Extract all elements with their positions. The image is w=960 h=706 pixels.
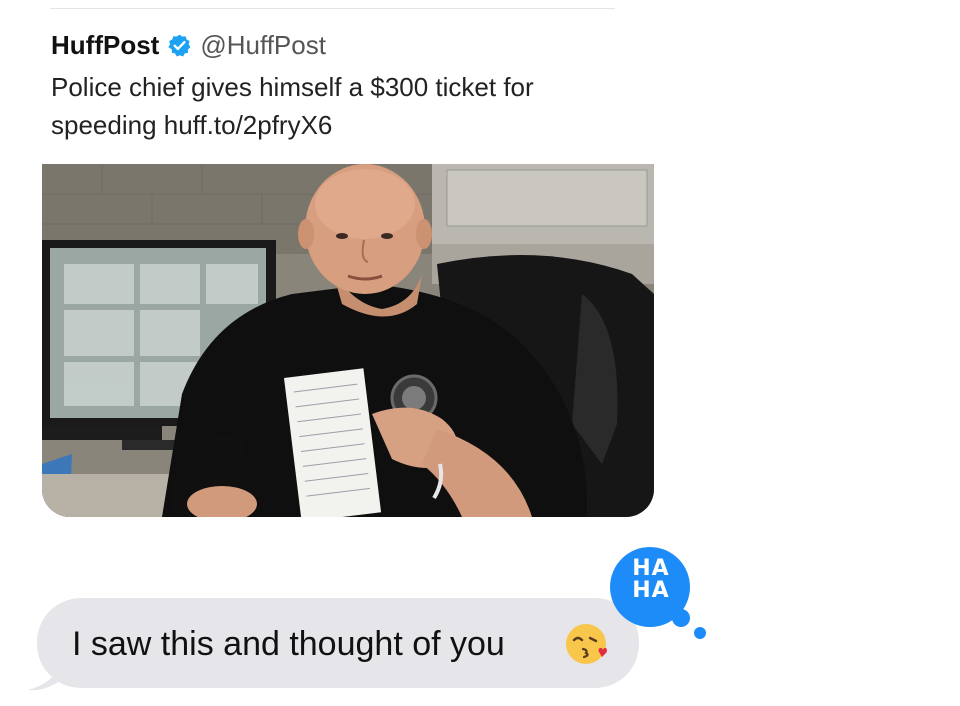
top-divider [50,8,615,9]
haha-label: HA HA [632,556,670,603]
tweet-photo[interactable] [42,164,654,517]
tweet-text: Police chief gives himself a $300 ticket… [51,72,534,140]
message-text: I saw this and thought of you [72,625,505,663]
face-blowing-kiss-icon [566,624,607,664]
author-handle[interactable]: @HuffPost [200,30,326,61]
tweet-header: HuffPost @HuffPost [51,30,326,61]
tweet-card[interactable]: HuffPost @HuffPost Police chief gives hi… [42,10,654,517]
author-name[interactable]: HuffPost [51,30,159,61]
verified-badge-icon [167,33,192,58]
